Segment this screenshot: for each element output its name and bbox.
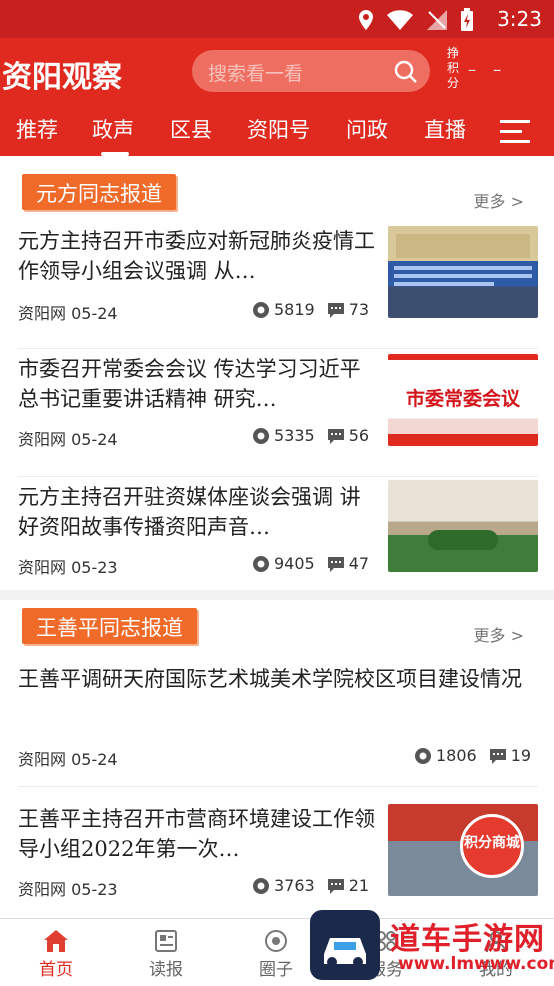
status-icons bbox=[358, 8, 474, 32]
news-source: 资阳网 05-24 bbox=[18, 304, 118, 323]
app-logo: 资阳观察 bbox=[2, 60, 122, 95]
news-item[interactable]: 王善平调研天府国际艺术城美术学院校区项目建设情况 资阳网 05-24 1806 … bbox=[0, 660, 554, 800]
news-stats: 1806 19 bbox=[414, 746, 531, 765]
news-stats: 5819 73 bbox=[252, 300, 369, 319]
tab-ziyang-hao[interactable]: 资阳号 bbox=[247, 114, 310, 144]
view-icon bbox=[253, 427, 269, 444]
car-icon bbox=[324, 938, 366, 967]
circle-icon bbox=[265, 930, 287, 952]
news-stats: 5335 56 bbox=[252, 426, 369, 445]
comment-icon bbox=[327, 556, 344, 572]
news-item[interactable]: 王善平主持召开市营商环境建设工作领导小组2022年第一次… 资阳网 05-23 … bbox=[0, 800, 554, 918]
news-source: 资阳网 05-24 bbox=[18, 430, 118, 449]
comment-icon bbox=[327, 428, 344, 444]
tab-live[interactable]: 直播 bbox=[424, 114, 466, 144]
tab-wenzheng[interactable]: 问政 bbox=[346, 114, 388, 144]
watermark-url: www.lmwww.com bbox=[398, 954, 554, 974]
nav-home[interactable]: 首页 bbox=[16, 929, 96, 980]
news-title: 元方主持召开市委应对新冠肺炎疫情工作领导小组会议强调 从… bbox=[18, 229, 375, 283]
news-thumbnail bbox=[388, 480, 538, 572]
news-title: 市委召开常委会会议 传达学习习近平总书记重要讲话精神 研究… bbox=[18, 357, 361, 411]
tab-recommend[interactable]: 推荐 bbox=[16, 114, 58, 144]
news-item[interactable]: 元方主持召开驻资媒体座谈会强调 讲好资阳故事传播资阳声音… 资阳网 05-23 … bbox=[0, 478, 554, 590]
comment-icon bbox=[327, 302, 344, 318]
clock: 3:23 bbox=[497, 7, 542, 31]
tab-politics[interactable]: 政声 bbox=[92, 114, 134, 144]
nav-newspaper[interactable]: 读报 bbox=[126, 929, 206, 980]
thumbnail-caption: 市委常委会议 bbox=[405, 388, 520, 410]
points-label[interactable]: 挣积分 bbox=[447, 46, 461, 91]
comment-count: 73 bbox=[348, 300, 370, 319]
comment-icon bbox=[489, 748, 506, 764]
news-thumbnail: 市委常委会议 bbox=[388, 354, 538, 446]
view-count: 1806 bbox=[436, 746, 477, 765]
newspaper-icon bbox=[155, 930, 177, 952]
status-bar: 3:23 bbox=[0, 0, 554, 38]
nav-circle[interactable]: 圈子 bbox=[236, 929, 316, 980]
nav-label: 读报 bbox=[149, 960, 183, 980]
more-link[interactable]: 更多 > bbox=[474, 622, 525, 646]
news-title: 王善平调研天府国际艺术城美术学院校区项目建设情况 bbox=[18, 667, 522, 691]
location-icon bbox=[359, 10, 373, 30]
comment-count: 19 bbox=[510, 746, 532, 765]
comment-count: 21 bbox=[348, 876, 370, 895]
view-count: 5819 bbox=[274, 300, 315, 319]
nav-label: 首页 bbox=[39, 960, 73, 980]
more-link[interactable]: 更多 > bbox=[474, 188, 525, 212]
points-value: – – bbox=[468, 60, 508, 79]
news-title: 元方主持召开驻资媒体座谈会强调 讲好资阳故事传播资阳声音… bbox=[18, 485, 361, 539]
divider bbox=[18, 786, 538, 787]
news-thumbnail bbox=[388, 226, 538, 318]
search-placeholder: 搜索看一看 bbox=[208, 63, 304, 85]
watermark: 道车手游网 www.lmwww.com bbox=[310, 908, 554, 986]
watermark-logo bbox=[310, 910, 380, 980]
comment-count: 47 bbox=[348, 554, 370, 573]
news-stats: 3763 21 bbox=[252, 876, 369, 895]
home-icon bbox=[44, 930, 68, 952]
points-mall-badge[interactable]: 积分商城 bbox=[460, 814, 524, 878]
news-item[interactable]: 元方主持召开市委应对新冠肺炎疫情工作领导小组会议强调 从… 资阳网 05-24 … bbox=[0, 222, 554, 342]
search-bar[interactable]: 搜索看一看 bbox=[192, 50, 430, 92]
nav-label: 圈子 bbox=[259, 960, 293, 980]
wifi-icon bbox=[387, 10, 413, 30]
search-icon bbox=[394, 60, 417, 83]
comment-icon bbox=[327, 878, 344, 894]
section-gap bbox=[0, 590, 554, 600]
section-title: 王善平同志报道 bbox=[22, 608, 197, 644]
news-item[interactable]: 市委召开常委会会议 传达学习习近平总书记重要讲话精神 研究… 资阳网 05-24… bbox=[0, 350, 554, 470]
news-source: 资阳网 05-23 bbox=[18, 880, 118, 899]
section-wangshanping: 王善平同志报道 更多 > 王善平调研天府国际艺术城美术学院校区项目建设情况 资阳… bbox=[0, 600, 554, 918]
divider bbox=[18, 348, 538, 349]
view-icon bbox=[253, 301, 269, 318]
signal-icon bbox=[427, 10, 447, 30]
battery-icon bbox=[461, 8, 473, 31]
tab-districts[interactable]: 区县 bbox=[170, 114, 212, 144]
channel-tabs: 推荐 政声 区县 资阳号 问政 直播 bbox=[0, 114, 554, 156]
news-source: 资阳网 05-24 bbox=[18, 750, 118, 769]
section-yuanfang: 元方同志报道 更多 > 元方主持召开市委应对新冠肺炎疫情工作领导小组会议强调 从… bbox=[0, 156, 554, 590]
view-count: 5335 bbox=[274, 426, 315, 445]
news-stats: 9405 47 bbox=[252, 554, 369, 573]
divider bbox=[18, 476, 538, 477]
view-count: 9405 bbox=[274, 554, 315, 573]
watermark-text: 道车手游网 bbox=[390, 922, 545, 957]
news-title: 王善平主持召开市营商环境建设工作领导小组2022年第一次… bbox=[18, 807, 375, 861]
app-header: 资阳观察 搜索看一看 挣积分 – – 推荐 政声 区县 资阳号 问政 直播 bbox=[0, 38, 554, 156]
comment-count: 56 bbox=[348, 426, 370, 445]
news-source: 资阳网 05-23 bbox=[18, 558, 118, 577]
view-icon bbox=[253, 877, 269, 894]
view-icon bbox=[415, 747, 431, 764]
menu-icon[interactable] bbox=[500, 119, 530, 145]
view-icon bbox=[253, 555, 269, 572]
section-title: 元方同志报道 bbox=[22, 174, 176, 210]
view-count: 3763 bbox=[274, 876, 315, 895]
